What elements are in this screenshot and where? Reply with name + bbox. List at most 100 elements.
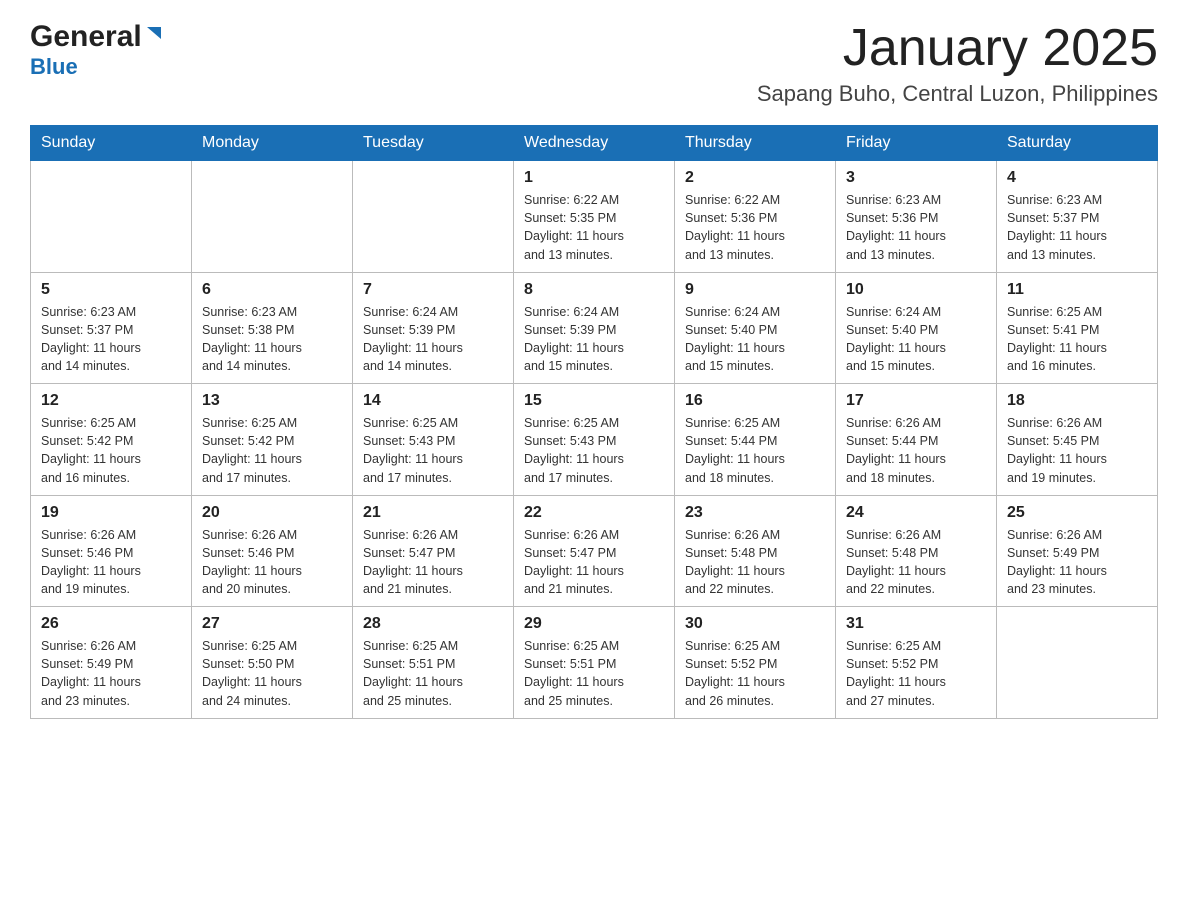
calendar-cell: 15 Sunrise: 6:25 AM Sunset: 5:43 PM Dayli… xyxy=(514,384,675,496)
calendar-cell: 3Sunrise: 6:23 AM Sunset: 5:36 PM Daylig… xyxy=(836,161,997,273)
calendar-cell: 21 Sunrise: 6:26 AM Sunset: 5:47 PM Dayli… xyxy=(353,495,514,607)
logo-general-text: General xyxy=(30,20,142,54)
calendar-cell: 16 Sunrise: 6:25 AM Sunset: 5:44 PM Dayli… xyxy=(675,384,836,496)
calendar-cell: 5Sunrise: 6:23 AM Sunset: 5:37 PM Daylig… xyxy=(31,272,192,384)
calendar-week-row: 1 Sunrise: 6:22 AM Sunset: 5:35 PM Daylig… xyxy=(31,161,1158,273)
day-number: 9 xyxy=(685,281,825,299)
calendar-week-row: 19 Sunrise: 6:26 AM Sunset: 5:46 PM Dayli… xyxy=(31,495,1158,607)
logo-blue-text: Blue xyxy=(30,54,78,79)
day-number: 20 xyxy=(202,504,342,522)
day-info: Sunrise: 6:25 AM Sunset: 5:41 PM Dayligh… xyxy=(1007,303,1147,376)
day-number: 15 xyxy=(524,392,664,410)
day-info: Sunrise: 6:26 AM Sunset: 5:46 PM Dayligh… xyxy=(41,526,181,599)
day-info: Sunrise: 6:25 AM Sunset: 5:42 PM Dayligh… xyxy=(41,414,181,487)
day-number: 14 xyxy=(363,392,503,410)
calendar-cell: 20 Sunrise: 6:26 AM Sunset: 5:46 PM Dayli… xyxy=(192,495,353,607)
day-info: Sunrise: 6:26 AM Sunset: 5:48 PM Dayligh… xyxy=(846,526,986,599)
day-number: 25 xyxy=(1007,504,1147,522)
calendar-cell: 2 Sunrise: 6:22 AM Sunset: 5:36 PM Daylig… xyxy=(675,161,836,273)
day-info: Sunrise: 6:26 AM Sunset: 5:47 PM Dayligh… xyxy=(524,526,664,599)
day-info: Sunrise: 6:25 AM Sunset: 5:44 PM Dayligh… xyxy=(685,414,825,487)
column-header-wednesday: Wednesday xyxy=(514,126,675,161)
day-info: Sunrise: 6:25 AM Sunset: 5:42 PM Dayligh… xyxy=(202,414,342,487)
day-info: Sunrise: 6:26 AM Sunset: 5:46 PM Dayligh… xyxy=(202,526,342,599)
day-number: 8 xyxy=(524,281,664,299)
calendar-cell: 27Sunrise: 6:25 AM Sunset: 5:50 PM Dayli… xyxy=(192,607,353,719)
calendar-cell: 10Sunrise: 6:24 AM Sunset: 5:40 PM Dayli… xyxy=(836,272,997,384)
day-number: 7 xyxy=(363,281,503,299)
calendar-cell: 22Sunrise: 6:26 AM Sunset: 5:47 PM Dayli… xyxy=(514,495,675,607)
day-number: 4 xyxy=(1007,169,1147,187)
day-info: Sunrise: 6:26 AM Sunset: 5:45 PM Dayligh… xyxy=(1007,414,1147,487)
calendar-cell: 18 Sunrise: 6:26 AM Sunset: 5:45 PM Dayli… xyxy=(997,384,1158,496)
calendar-cell: 29Sunrise: 6:25 AM Sunset: 5:51 PM Dayli… xyxy=(514,607,675,719)
calendar-cell: 17 Sunrise: 6:26 AM Sunset: 5:44 PM Dayli… xyxy=(836,384,997,496)
day-number: 6 xyxy=(202,281,342,299)
day-info: Sunrise: 6:24 AM Sunset: 5:39 PM Dayligh… xyxy=(363,303,503,376)
title-section: January 2025 Sapang Buho, Central Luzon,… xyxy=(757,20,1158,107)
day-info: Sunrise: 6:22 AM Sunset: 5:35 PM Dayligh… xyxy=(524,191,664,264)
day-number: 21 xyxy=(363,504,503,522)
day-number: 31 xyxy=(846,615,986,633)
column-header-tuesday: Tuesday xyxy=(353,126,514,161)
calendar-week-row: 5Sunrise: 6:23 AM Sunset: 5:37 PM Daylig… xyxy=(31,272,1158,384)
calendar-cell: 30 Sunrise: 6:25 AM Sunset: 5:52 PM Dayli… xyxy=(675,607,836,719)
day-info: Sunrise: 6:24 AM Sunset: 5:40 PM Dayligh… xyxy=(685,303,825,376)
day-number: 17 xyxy=(846,392,986,410)
logo: General Blue xyxy=(30,20,163,80)
day-info: Sunrise: 6:25 AM Sunset: 5:52 PM Dayligh… xyxy=(685,637,825,710)
calendar-cell: 9 Sunrise: 6:24 AM Sunset: 5:40 PM Daylig… xyxy=(675,272,836,384)
calendar-cell: 19 Sunrise: 6:26 AM Sunset: 5:46 PM Dayli… xyxy=(31,495,192,607)
day-number: 27 xyxy=(202,615,342,633)
day-number: 3 xyxy=(846,169,986,187)
day-number: 2 xyxy=(685,169,825,187)
day-info: Sunrise: 6:26 AM Sunset: 5:47 PM Dayligh… xyxy=(363,526,503,599)
day-number: 28 xyxy=(363,615,503,633)
calendar-cell: 28Sunrise: 6:25 AM Sunset: 5:51 PM Dayli… xyxy=(353,607,514,719)
calendar-cell: 11 Sunrise: 6:25 AM Sunset: 5:41 PM Dayli… xyxy=(997,272,1158,384)
day-number: 23 xyxy=(685,504,825,522)
calendar-table: SundayMondayTuesdayWednesdayThursdayFrid… xyxy=(30,125,1158,719)
day-number: 10 xyxy=(846,281,986,299)
day-number: 12 xyxy=(41,392,181,410)
calendar-cell: 8Sunrise: 6:24 AM Sunset: 5:39 PM Daylig… xyxy=(514,272,675,384)
day-info: Sunrise: 6:25 AM Sunset: 5:43 PM Dayligh… xyxy=(524,414,664,487)
day-number: 19 xyxy=(41,504,181,522)
calendar-cell: 13 Sunrise: 6:25 AM Sunset: 5:42 PM Dayli… xyxy=(192,384,353,496)
day-number: 11 xyxy=(1007,281,1147,299)
day-number: 18 xyxy=(1007,392,1147,410)
day-info: Sunrise: 6:23 AM Sunset: 5:37 PM Dayligh… xyxy=(1007,191,1147,264)
calendar-week-row: 26 Sunrise: 6:26 AM Sunset: 5:49 PM Dayli… xyxy=(31,607,1158,719)
calendar-cell: 31 Sunrise: 6:25 AM Sunset: 5:52 PM Dayli… xyxy=(836,607,997,719)
day-info: Sunrise: 6:26 AM Sunset: 5:48 PM Dayligh… xyxy=(685,526,825,599)
calendar-cell: 12 Sunrise: 6:25 AM Sunset: 5:42 PM Dayli… xyxy=(31,384,192,496)
day-info: Sunrise: 6:23 AM Sunset: 5:37 PM Dayligh… xyxy=(41,303,181,376)
day-info: Sunrise: 6:25 AM Sunset: 5:52 PM Dayligh… xyxy=(846,637,986,710)
day-number: 30 xyxy=(685,615,825,633)
logo-triangle-icon xyxy=(145,25,163,48)
column-header-thursday: Thursday xyxy=(675,126,836,161)
calendar-cell: 6 Sunrise: 6:23 AM Sunset: 5:38 PM Daylig… xyxy=(192,272,353,384)
day-info: Sunrise: 6:22 AM Sunset: 5:36 PM Dayligh… xyxy=(685,191,825,264)
day-number: 24 xyxy=(846,504,986,522)
calendar-cell xyxy=(353,161,514,273)
day-info: Sunrise: 6:26 AM Sunset: 5:49 PM Dayligh… xyxy=(41,637,181,710)
day-number: 13 xyxy=(202,392,342,410)
calendar-cell: 1 Sunrise: 6:22 AM Sunset: 5:35 PM Daylig… xyxy=(514,161,675,273)
day-number: 16 xyxy=(685,392,825,410)
day-info: Sunrise: 6:26 AM Sunset: 5:44 PM Dayligh… xyxy=(846,414,986,487)
page-header: General Blue January 2025 Sapang Buho, C… xyxy=(30,20,1158,107)
calendar-cell: 7 Sunrise: 6:24 AM Sunset: 5:39 PM Daylig… xyxy=(353,272,514,384)
calendar-cell: 25Sunrise: 6:26 AM Sunset: 5:49 PM Dayli… xyxy=(997,495,1158,607)
column-header-sunday: Sunday xyxy=(31,126,192,161)
calendar-cell: 23 Sunrise: 6:26 AM Sunset: 5:48 PM Dayli… xyxy=(675,495,836,607)
column-header-friday: Friday xyxy=(836,126,997,161)
day-number: 1 xyxy=(524,169,664,187)
calendar-cell: 26 Sunrise: 6:26 AM Sunset: 5:49 PM Dayli… xyxy=(31,607,192,719)
column-header-monday: Monday xyxy=(192,126,353,161)
day-number: 26 xyxy=(41,615,181,633)
calendar-cell: 14Sunrise: 6:25 AM Sunset: 5:43 PM Dayli… xyxy=(353,384,514,496)
column-header-saturday: Saturday xyxy=(997,126,1158,161)
calendar-cell xyxy=(31,161,192,273)
day-info: Sunrise: 6:23 AM Sunset: 5:38 PM Dayligh… xyxy=(202,303,342,376)
